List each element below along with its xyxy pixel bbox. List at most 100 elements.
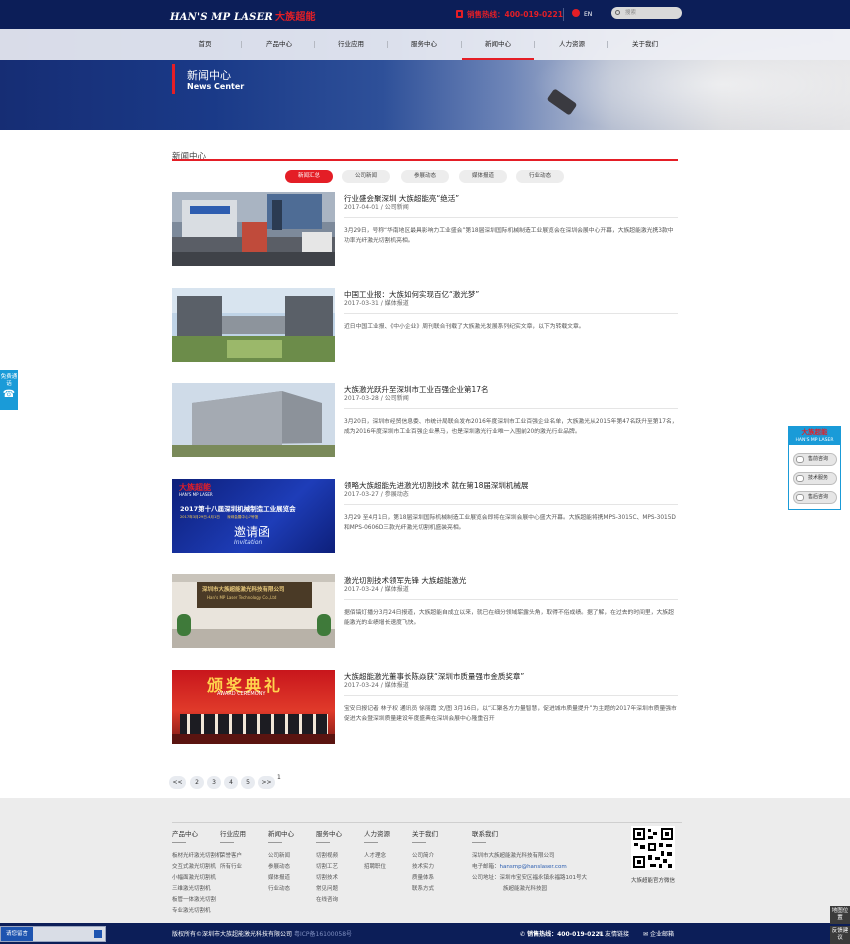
nav-industry[interactable]: 行业应用 xyxy=(332,29,370,60)
nav-news[interactable]: 新闻中心 xyxy=(462,29,534,60)
footer-link[interactable]: 公司简介 xyxy=(412,851,434,859)
feedback-button[interactable]: 反馈建议 xyxy=(830,926,850,944)
news-thumbnail[interactable] xyxy=(172,288,335,362)
news-item[interactable]: 大族激光跃升至深圳市工业百强企业第17名 2017-03-28 / 公司新闻 3… xyxy=(172,383,678,457)
footer-link[interactable]: 招聘职位 xyxy=(364,862,386,870)
nav-about[interactable]: 关于我们 xyxy=(626,29,664,60)
tab-media[interactable]: 媒体报道 xyxy=(459,170,507,183)
footer-link[interactable]: 行业动态 xyxy=(268,884,290,892)
bottom-hotline: ✆ 销售热线：400-019-0221 xyxy=(520,929,604,938)
button-label: 售后咨询 xyxy=(808,494,829,500)
page-link[interactable]: 3 xyxy=(207,776,221,789)
footer-address-line2: 族超能激光科技园 xyxy=(503,886,548,892)
icp-link[interactable]: 粤ICP备16100058号 xyxy=(294,931,352,938)
footer-link[interactable]: 切割工艺 xyxy=(316,862,338,870)
mail-icon: ✉ xyxy=(643,931,650,938)
thumb-plant xyxy=(177,614,191,636)
friend-links[interactable]: ✎ 友情链接 xyxy=(598,929,629,938)
news-thumbnail[interactable]: 大族超能 HAN'S MP LASER 2017第十八届深圳机械制造工业展览会 … xyxy=(172,479,335,553)
aftersale-consult-button[interactable]: 售后咨询 xyxy=(793,491,837,504)
chat-icon xyxy=(796,475,804,482)
footer-link[interactable]: 专业激光切割机 xyxy=(172,906,211,914)
news-item[interactable]: 中国工业报：大族如何实现百亿“激光梦” 2017-03-31 / 媒体报道 近日… xyxy=(172,288,678,362)
thumb-people xyxy=(180,714,328,736)
corporate-email[interactable]: ✉ 企业邮箱 xyxy=(643,929,674,938)
page-next[interactable]: >> xyxy=(258,776,275,789)
thumb-stage xyxy=(172,734,335,744)
news-summary: 宝安日报记者 林子权 通讯员 徐丽霞 文/图 3月16日，以“汇聚各方力量智慧，… xyxy=(344,706,677,722)
page-link[interactable]: 4 xyxy=(224,776,238,789)
banner-title-en: News Center xyxy=(187,82,245,91)
nav-divider xyxy=(241,41,242,48)
footer-link[interactable]: 切割视频 xyxy=(316,851,338,859)
footer-link[interactable]: 在线咨询 xyxy=(316,895,338,903)
footer-link[interactable]: 小幅面激光切割机 xyxy=(172,873,216,881)
page-link[interactable]: 5 xyxy=(241,776,255,789)
footer-link[interactable]: 质量体系 xyxy=(412,873,434,881)
tab-exhibition[interactable]: 参展动态 xyxy=(401,170,449,183)
thumb-sign: 深圳市大族超能激光科技有限公司 xyxy=(202,587,285,593)
news-summary: 3月29 至4月1日，第18届深圳国际机械制造工业展览会即将在深圳会展中心盛大开… xyxy=(344,515,676,531)
footer-heading[interactable]: 新闻中心 xyxy=(268,828,294,838)
news-thumbnail[interactable] xyxy=(172,192,335,266)
news-item[interactable]: 大族超能 HAN'S MP LASER 2017第十八届深圳机械制造工业展览会 … xyxy=(172,479,678,553)
tech-service-button[interactable]: 技术服务 xyxy=(793,472,837,485)
footer-heading[interactable]: 关于我们 xyxy=(412,828,438,838)
logo[interactable]: HAN'S MP LASER 大族超能 xyxy=(170,8,316,23)
footer-link[interactable]: 交互式激光切割机 xyxy=(172,862,216,870)
tab-all-news[interactable]: 新闻汇总 xyxy=(285,170,333,183)
map-location-button[interactable]: 地图位置 xyxy=(830,906,850,924)
footer-link[interactable]: 所有行业 xyxy=(220,862,242,870)
footer-link[interactable]: 荣誉客户 xyxy=(220,851,242,859)
footer-link[interactable]: 常见问题 xyxy=(316,884,338,892)
footer-heading[interactable]: 行业应用 xyxy=(220,828,246,838)
leave-message-widget[interactable]: 请您留言 xyxy=(0,926,106,942)
banner-title-bar xyxy=(172,64,175,94)
footer-link[interactable]: 参展动态 xyxy=(268,862,290,870)
page-current: 1 xyxy=(277,774,281,781)
nav-products[interactable]: 产品中心 xyxy=(260,29,298,60)
top-bar xyxy=(0,0,850,29)
news-item[interactable]: 行业盛会聚深圳 大族超能亮“绝活” 2017-04-01 / 公司新闻 3月29… xyxy=(172,192,678,266)
language-switch[interactable]: EN xyxy=(572,9,592,18)
news-thumbnail[interactable]: 深圳市大族超能激光科技有限公司 Han's MP Laser Technolog… xyxy=(172,574,335,648)
news-thumbnail[interactable]: 颁奖典礼 AWARD CEREMONY xyxy=(172,670,335,744)
news-summary: 3月29日，号称“华南地区最具影响力工业盛会”第18届深圳国际机械制造工业展览会… xyxy=(344,228,674,244)
news-divider xyxy=(344,504,678,505)
footer-link[interactable]: 公司新闻 xyxy=(268,851,290,859)
address-line: 深圳市宝安区福永镇永福路101号大 xyxy=(499,875,588,881)
copyright-text: 版权所有©深圳市大族超能激光科技有限公司 xyxy=(172,931,293,938)
search-icon xyxy=(615,10,620,15)
news-item[interactable]: 颁奖典礼 AWARD CEREMONY 大族超能激光董事长陈焱获“深圳市质量强市… xyxy=(172,670,678,744)
footer-link[interactable]: 板材光纤激光切割机 xyxy=(172,851,222,859)
tab-company-news[interactable]: 公司新闻 xyxy=(342,170,390,183)
footer-link[interactable]: 人才理念 xyxy=(364,851,386,859)
news-item[interactable]: 深圳市大族超能激光科技有限公司 Han's MP Laser Technolog… xyxy=(172,574,678,648)
page-prev[interactable]: << xyxy=(169,776,186,789)
bottom-hotline-text: 销售热线：400-019-0221 xyxy=(527,931,604,938)
footer-link[interactable]: 板管一体激光切割 xyxy=(172,895,216,903)
nav-hr[interactable]: 人力资源 xyxy=(553,29,591,60)
search-input[interactable]: 搜索 xyxy=(611,7,682,19)
free-call-widget[interactable]: 免费通话 ☎ xyxy=(0,370,18,410)
corporate-email-label: 企业邮箱 xyxy=(649,931,674,938)
footer-link[interactable]: 联系方式 xyxy=(412,884,434,892)
footer-heading[interactable]: 服务中心 xyxy=(316,828,342,838)
page-link[interactable]: 2 xyxy=(190,776,204,789)
nav-home[interactable]: 首页 xyxy=(190,29,220,60)
footer-link[interactable]: 媒体报道 xyxy=(268,873,290,881)
footer-heading[interactable]: 产品中心 xyxy=(172,828,198,838)
nav-service[interactable]: 服务中心 xyxy=(405,29,443,60)
email-link[interactable]: hansmp@hanslaser.com xyxy=(500,864,567,870)
qr-caption: 大族超能官方微信 xyxy=(631,878,676,884)
thumb-expo-title: 2017第十八届深圳机械制造工业展览会 xyxy=(180,505,296,513)
news-thumbnail[interactable] xyxy=(172,383,335,457)
consult-brand: 大族超能 xyxy=(801,428,828,436)
footer-link[interactable]: 技术实力 xyxy=(412,862,434,870)
footer-heading[interactable]: 人力资源 xyxy=(364,828,390,838)
presale-consult-button[interactable]: 售前咨询 xyxy=(793,453,837,466)
expand-icon[interactable] xyxy=(94,930,102,938)
footer-link[interactable]: 三维激光切割机 xyxy=(172,884,211,892)
tab-industry[interactable]: 行业动态 xyxy=(516,170,564,183)
footer-link[interactable]: 切割技术 xyxy=(316,873,338,881)
